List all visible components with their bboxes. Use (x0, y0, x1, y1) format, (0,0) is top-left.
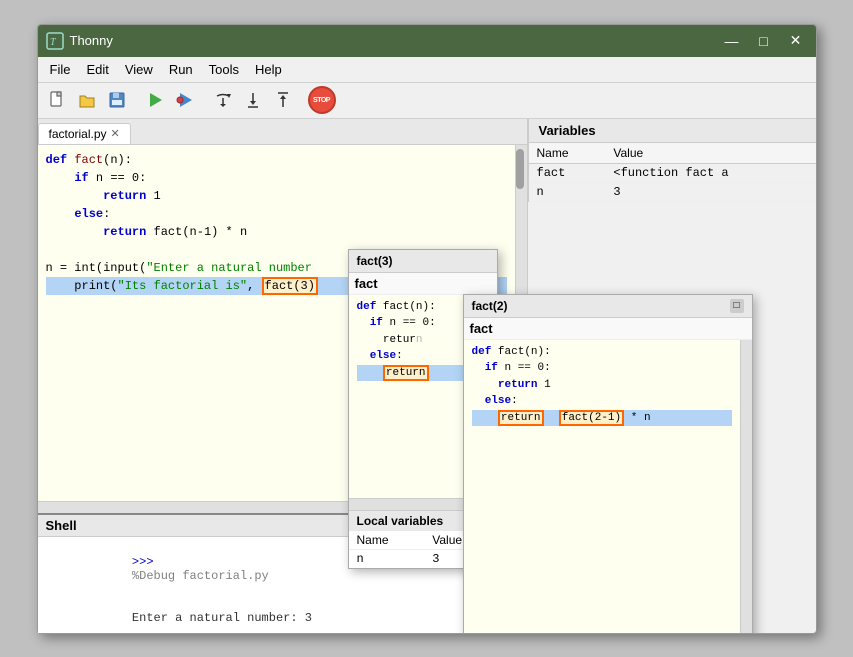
dp2-line3: return 1 (472, 377, 732, 394)
debug-button[interactable] (172, 87, 198, 113)
step-out-button[interactable] (270, 87, 296, 113)
code-line-3: return 1 (46, 187, 507, 205)
shell-output-1: Enter a natural number: 3 (132, 611, 312, 625)
var-row-n: n 3 (529, 182, 816, 201)
debug-popup1-func: fact (349, 273, 497, 295)
open-file-button[interactable] (74, 87, 100, 113)
run-button[interactable] (142, 87, 168, 113)
dp1-col-name: Name (349, 531, 425, 550)
var-col-name: Name (529, 143, 606, 164)
step-into-button[interactable] (240, 87, 266, 113)
editor-tab-factorial[interactable]: factorial.py ✕ (38, 123, 131, 144)
debug-popup-fact2[interactable]: fact(2) □ fact def fact(n): if n == 0: r… (463, 294, 753, 633)
code-line-1: def fact(n): (46, 151, 507, 169)
menu-view[interactable]: View (117, 60, 161, 79)
toolbar: STOP (38, 83, 816, 119)
dp2-code-container: def fact(n): if n == 0: return 1 else: r… (464, 340, 752, 633)
code-line-5: return fact(n-1) * n (46, 223, 507, 241)
save-file-button[interactable] (104, 87, 130, 113)
var-name-fact: fact (529, 163, 606, 182)
scroll-thumb (516, 149, 524, 189)
editor-tabs: factorial.py ✕ (38, 119, 527, 145)
dp2-line2: if n == 0: (472, 360, 732, 377)
window-controls: — □ ✕ (720, 31, 808, 51)
dp2-scrollbar-v[interactable] (740, 340, 752, 633)
shell-command: %Debug factorial.py (132, 569, 269, 583)
minimize-button[interactable]: — (720, 31, 744, 51)
dp2-line1: def fact(n): (472, 344, 732, 361)
variables-panel: Variables Name Value fact <function fact… (528, 119, 816, 202)
debug-popup2-title: fact(2) □ (464, 295, 752, 318)
menu-file[interactable]: File (42, 60, 79, 79)
var-value-n: 3 (605, 182, 815, 201)
debug-popup2-func: fact (464, 318, 752, 340)
var-value-fact: <function fact a (605, 163, 815, 182)
tab-filename: factorial.py (49, 127, 107, 141)
shell-line-2: Enter a natural number: 3 (46, 597, 519, 633)
menu-run[interactable]: Run (161, 60, 201, 79)
code-line-4: else: (46, 205, 507, 223)
menu-help[interactable]: Help (247, 60, 290, 79)
new-file-button[interactable] (44, 87, 70, 113)
menu-edit[interactable]: Edit (78, 60, 116, 79)
shell-prompt: >>> (132, 555, 161, 569)
var-col-value: Value (605, 143, 815, 164)
menu-bar: File Edit View Run Tools Help (38, 57, 816, 83)
variables-header: Variables (529, 119, 816, 143)
stop-button[interactable]: STOP (308, 86, 336, 114)
close-button[interactable]: ✕ (784, 31, 808, 51)
variables-table: Name Value fact <function fact a n 3 (529, 143, 816, 202)
main-window: T Thonny — □ ✕ File Edit View Run Tools … (37, 24, 817, 634)
app-icon: T (46, 32, 64, 50)
var-name-n: n (529, 182, 606, 201)
var-row-fact: fact <function fact a (529, 163, 816, 182)
title-bar: T Thonny — □ ✕ (38, 25, 816, 57)
menu-tools[interactable]: Tools (201, 60, 247, 79)
maximize-button[interactable]: □ (752, 31, 776, 51)
step-over-button[interactable] (210, 87, 236, 113)
stop-label: STOP (313, 97, 330, 104)
dp2-line5: return fact(2-1) * n (472, 410, 732, 427)
dp1-n-name: n (349, 549, 425, 568)
debug-popup2-title-text: fact(2) (472, 299, 508, 313)
debug-popup1-title: fact(3) (349, 250, 497, 273)
debug-popup2-close[interactable]: □ (730, 299, 744, 313)
debug-popup1-title-text: fact(3) (357, 254, 393, 268)
dp2-line4: else: (472, 393, 732, 410)
tab-close-icon[interactable]: ✕ (111, 127, 120, 140)
svg-text:T: T (50, 37, 57, 48)
debug-popup2-code: def fact(n): if n == 0: return 1 else: r… (464, 340, 740, 633)
window-title: Thonny (70, 33, 720, 48)
content-area: factorial.py ✕ def fact(n): if n == 0: r… (38, 119, 816, 633)
code-line-2: if n == 0: (46, 169, 507, 187)
